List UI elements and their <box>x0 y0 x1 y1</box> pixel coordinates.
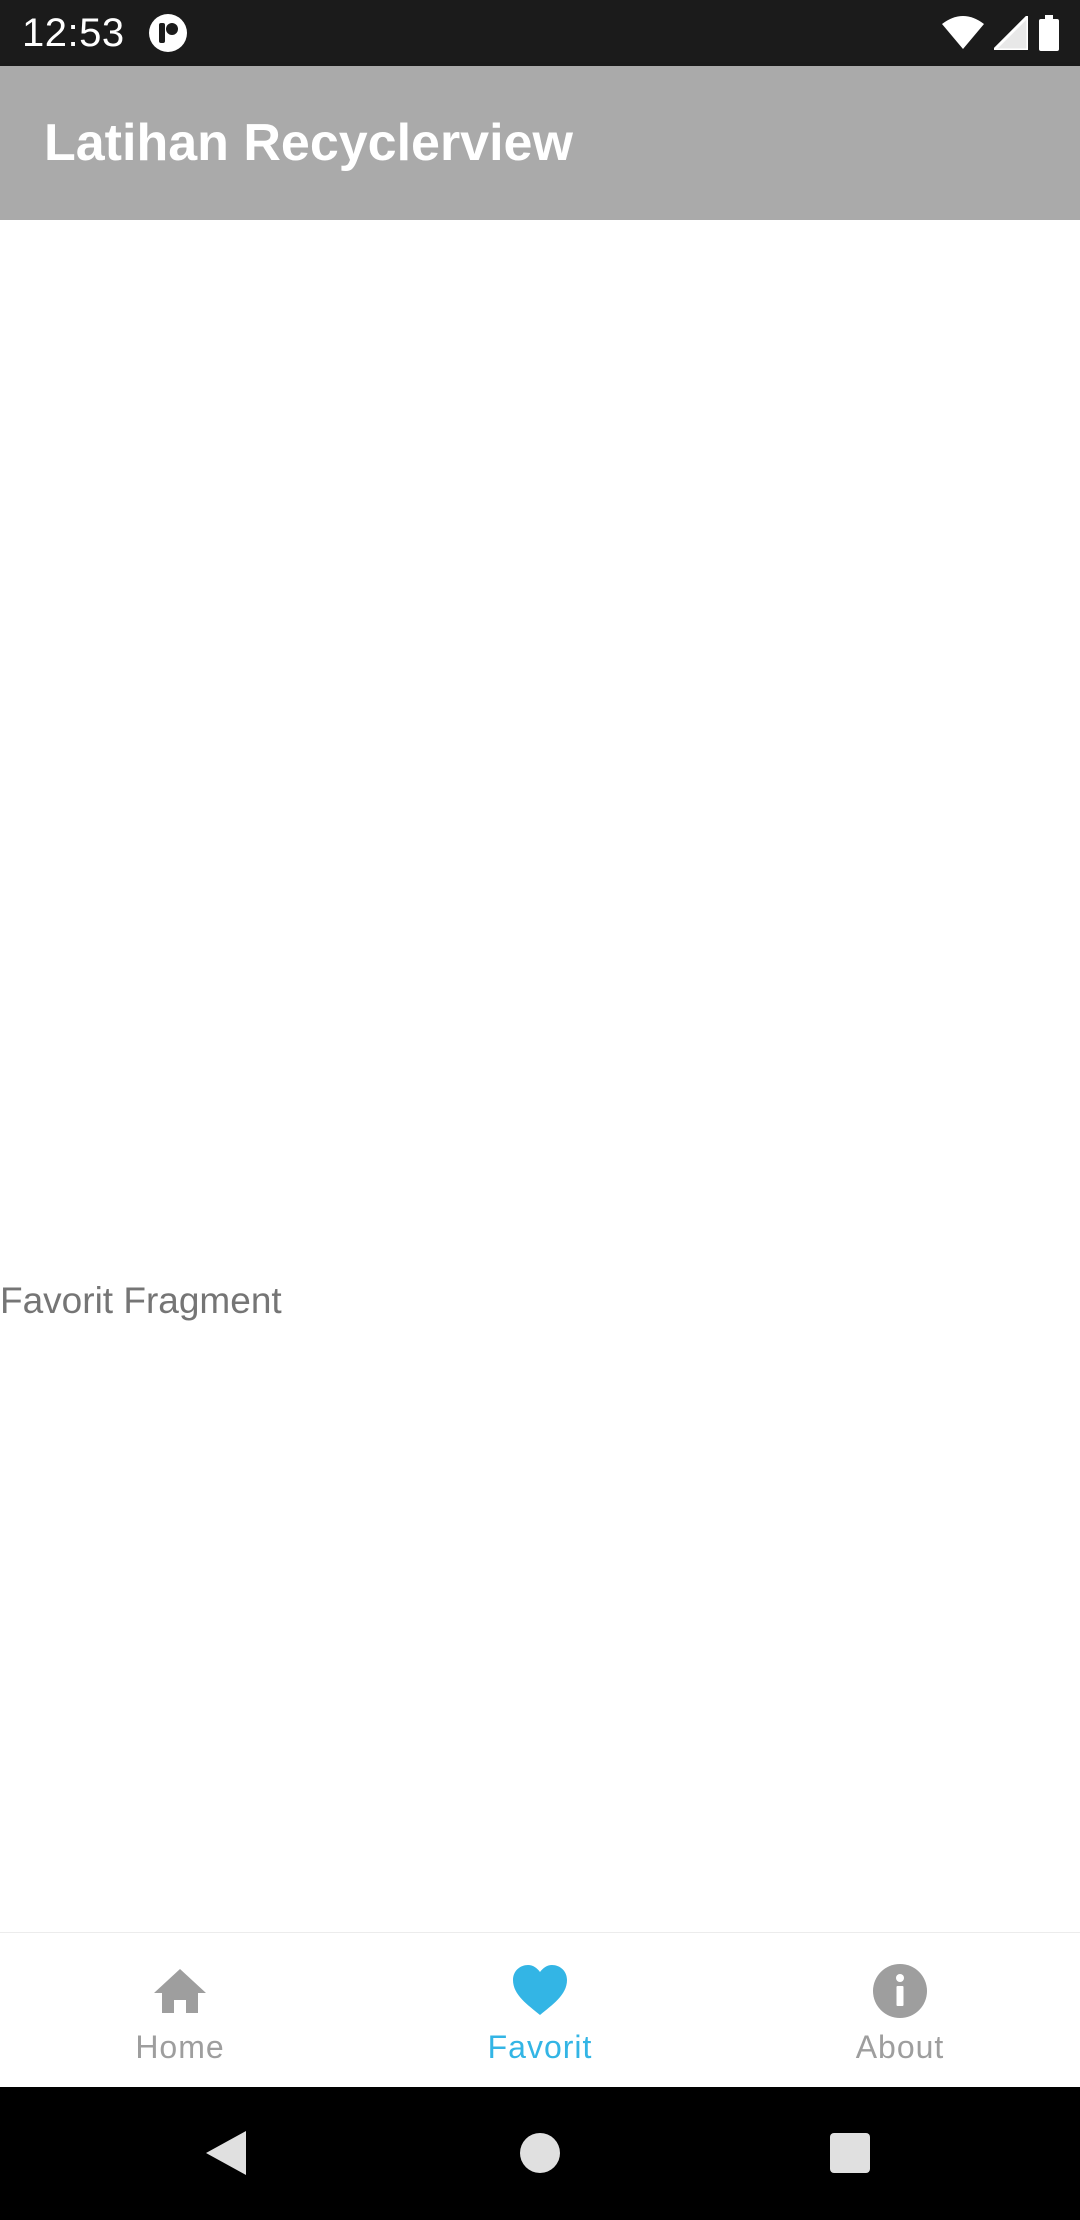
info-icon <box>873 1964 927 2018</box>
fragment-label: Favorit Fragment <box>0 1280 282 1321</box>
recents-icon[interactable] <box>820 2123 880 2183</box>
signal-icon <box>994 16 1028 50</box>
app-notification-icon <box>149 14 187 52</box>
heart-icon <box>513 1965 567 2015</box>
home-circle-icon[interactable] <box>510 2123 570 2183</box>
battery-icon <box>1039 15 1059 51</box>
nav-item-home[interactable]: Home <box>0 1933 360 2087</box>
app-bar: Latihan Recyclerview <box>0 66 1080 220</box>
fragment-container: Favorit Fragment <box>0 220 1080 1932</box>
nav-label-about: About <box>855 2029 945 2065</box>
system-navigation-bar <box>0 2087 1080 2220</box>
status-bar: 12:53 <box>0 0 1080 66</box>
nav-item-favorit[interactable]: Favorit <box>360 1933 720 2087</box>
app-title: Latihan Recyclerview <box>44 114 573 172</box>
wifi-icon <box>942 16 984 49</box>
nav-item-about[interactable]: About <box>720 1933 1080 2087</box>
back-icon[interactable] <box>196 2123 256 2183</box>
nav-label-home: Home <box>135 2029 225 2065</box>
bottom-navigation: Home Favorit About <box>0 1932 1080 2087</box>
home-icon <box>154 1969 206 2013</box>
status-time: 12:53 <box>22 11 125 55</box>
nav-label-favorit: Favorit <box>487 2029 593 2065</box>
status-icons <box>942 14 1060 52</box>
